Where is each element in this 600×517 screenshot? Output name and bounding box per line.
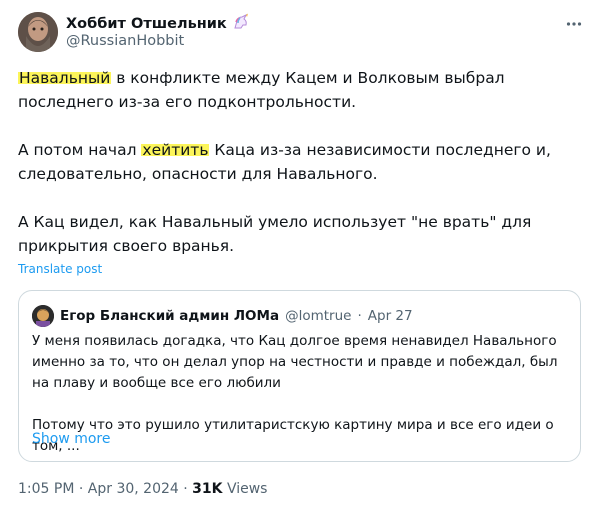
tweet-paragraph-2: А потом начал хейтить Каца из-за независ… bbox=[18, 138, 583, 186]
highlight: хейтить bbox=[141, 141, 210, 159]
quoted-author-handle: @lomtrue bbox=[285, 308, 352, 324]
quoted-tweet-header: Егор Бланский админ ЛОМа @lomtrue · Apr … bbox=[32, 305, 413, 327]
tweet-text-segment: А потом начал bbox=[18, 141, 142, 159]
quoted-tweet-date: Apr 27 bbox=[367, 308, 413, 324]
quoted-tweet-text: У меня появилась догадка, что Кац долгое… bbox=[32, 331, 572, 478]
quoted-author-avatar bbox=[32, 305, 54, 327]
author-display-name[interactable]: Хоббит Отшельник bbox=[66, 16, 227, 32]
separator-dot: · bbox=[357, 308, 362, 324]
quoted-tweet[interactable]: Егор Бланский админ ЛОМа @lomtrue · Apr … bbox=[18, 290, 581, 462]
quoted-paragraph-1: У меня появилась догадка, что Кац долгое… bbox=[32, 333, 558, 391]
quoted-paragraph-2: Потому что это рушило утилитаристскую ка… bbox=[32, 417, 554, 454]
separator: · bbox=[178, 481, 193, 497]
more-horizontal-icon bbox=[566, 22, 582, 26]
quoted-author-name: Егор Бланский админ ЛОМа bbox=[60, 308, 280, 324]
translate-post-link[interactable]: Translate post bbox=[18, 262, 102, 276]
views-label: Views bbox=[222, 481, 268, 497]
highlight: Навальный bbox=[18, 69, 112, 87]
author-handle[interactable]: @RussianHobbit bbox=[66, 33, 184, 49]
more-options-button[interactable] bbox=[562, 12, 586, 36]
tweet-paragraph-1: Навальный в конфликте между Кацем и Волк… bbox=[18, 66, 583, 114]
views-count: 31K bbox=[192, 481, 223, 497]
separator: · bbox=[74, 481, 88, 497]
tweet-date[interactable]: Apr 30, 2024 bbox=[88, 481, 179, 497]
tweet-time[interactable]: 1:05 PM bbox=[18, 481, 74, 497]
unicorn-icon bbox=[232, 13, 250, 35]
tweet-text: Навальный в конфликте между Кацем и Волк… bbox=[18, 66, 583, 282]
tweet-paragraph-3: А Кац видел, как Навальный умело использ… bbox=[18, 213, 532, 255]
show-more-link[interactable]: Show more bbox=[32, 431, 111, 447]
tweet-footer: 1:05 PM · Apr 30, 2024 · 31K Views bbox=[18, 481, 267, 497]
author-name-row: Хоббит Отшельник bbox=[66, 13, 250, 35]
author-avatar[interactable] bbox=[18, 12, 58, 52]
